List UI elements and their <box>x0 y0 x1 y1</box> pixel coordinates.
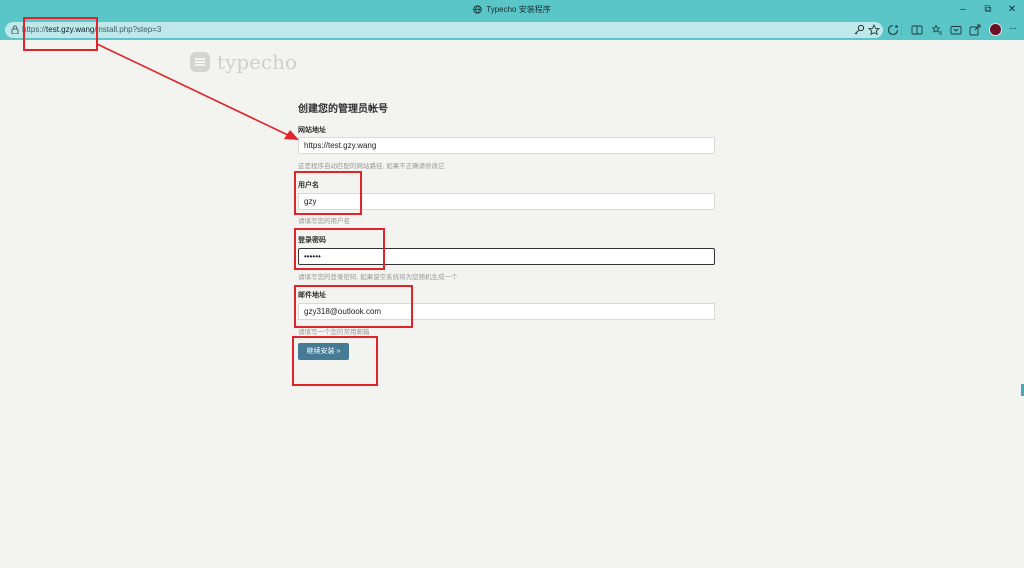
site-url-label: 网站地址 <box>298 127 326 134</box>
annotation-box-password <box>294 228 385 270</box>
annotation-box-button <box>292 336 378 386</box>
close-button[interactable]: ✕ <box>1001 2 1023 18</box>
split-screen-icon[interactable] <box>910 23 924 37</box>
minimize-button[interactable]: – <box>952 2 974 18</box>
site-url-hint: 这是程序自动匹配的网站路径, 如果不正确请修改它 <box>298 163 445 170</box>
maximize-button[interactable]: ⧉ <box>977 2 999 18</box>
annotation-box-username <box>294 171 362 215</box>
key-icon[interactable] <box>852 23 866 37</box>
password-hint: 请填写您的登录密码, 如果留空系统将为您随机生成一个 <box>298 274 458 281</box>
window-title: Typecho 安装程序 <box>486 5 551 14</box>
toolbar-separator <box>901 24 902 36</box>
share-icon[interactable] <box>968 23 982 37</box>
globe-icon <box>473 5 482 14</box>
favorites-list-icon[interactable] <box>930 23 944 37</box>
username-hint: 请填写您的用户名 <box>298 218 350 225</box>
url-path: /install.php?step=3 <box>94 25 162 34</box>
logo-text: typecho <box>217 50 298 74</box>
extensions-icon[interactable] <box>886 23 900 37</box>
favorite-star-icon[interactable] <box>867 23 881 37</box>
form-heading: 创建您的管理员帐号 <box>298 104 388 115</box>
collections-icon[interactable] <box>949 23 963 37</box>
more-menu-icon[interactable]: ··· <box>1009 23 1017 34</box>
window-title-bar: Typecho 安装程序 – ⧉ ✕ <box>0 0 1024 20</box>
profile-avatar[interactable] <box>989 23 1002 36</box>
lock-icon[interactable] <box>11 25 19 34</box>
annotation-arrow <box>96 43 299 140</box>
typecho-logo-icon <box>190 52 210 72</box>
site-url-input[interactable]: https://test.gzy.wang <box>298 137 715 154</box>
annotation-box-email <box>294 285 413 328</box>
annotation-box-url <box>23 17 98 51</box>
